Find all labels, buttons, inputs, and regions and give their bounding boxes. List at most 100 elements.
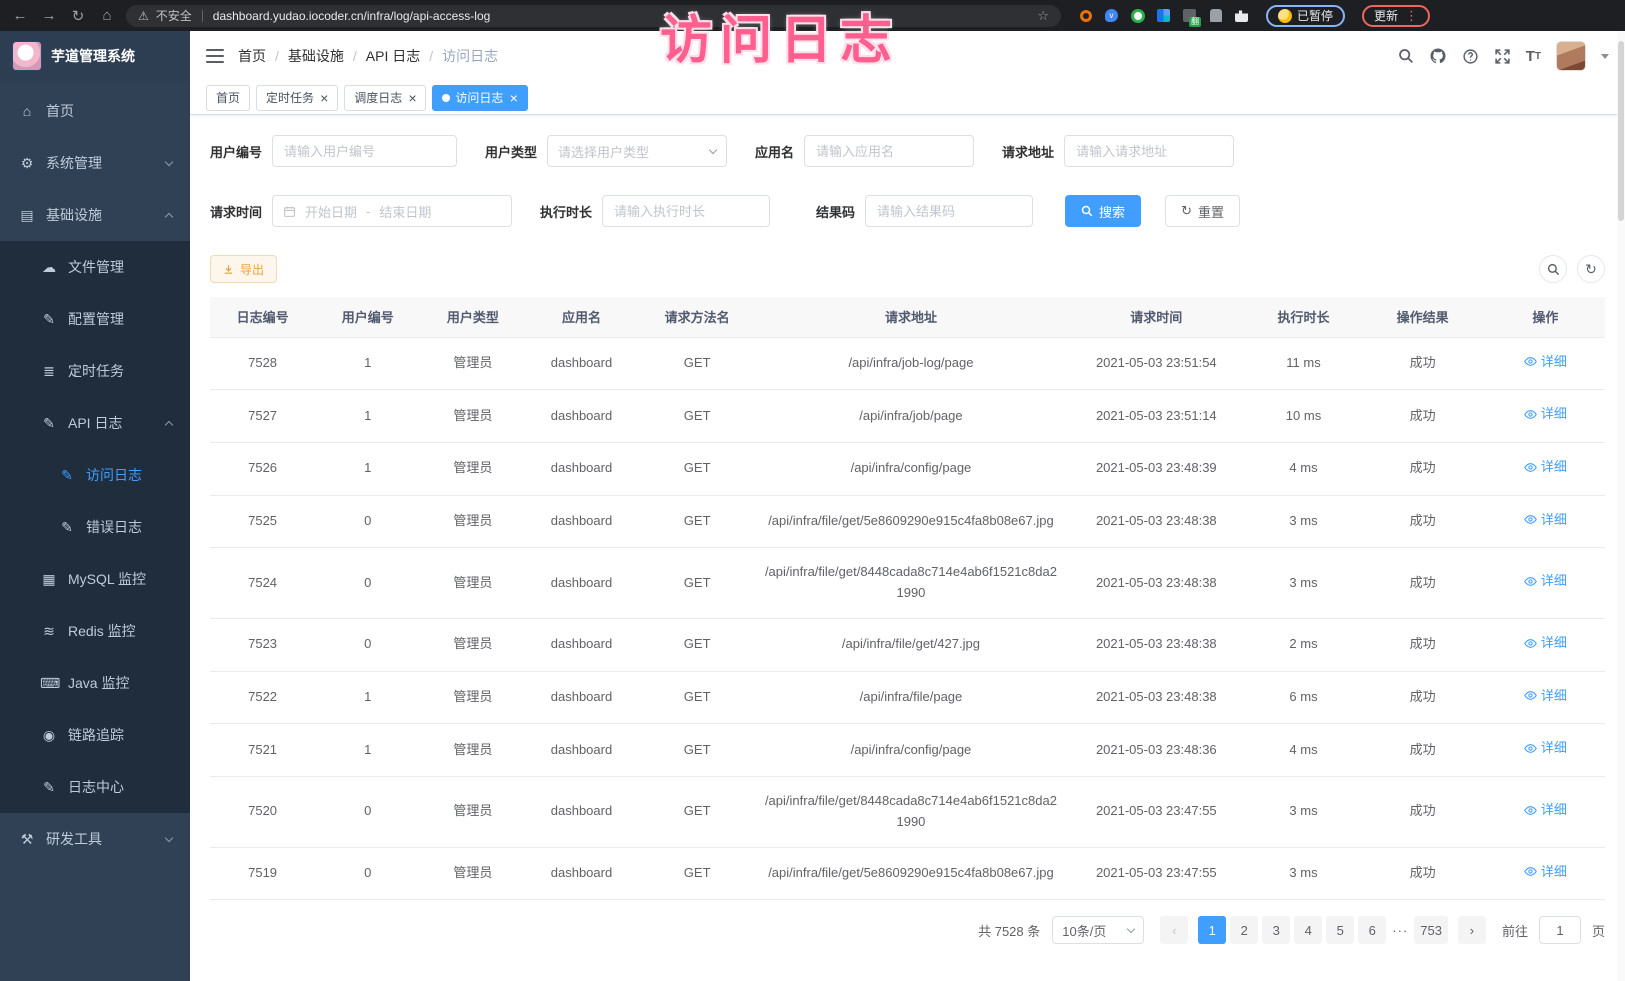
detail-link[interactable]: 详细 bbox=[1524, 352, 1567, 373]
detail-link[interactable]: 详细 bbox=[1524, 633, 1567, 654]
detail-link[interactable]: 详细 bbox=[1524, 457, 1567, 478]
url-text[interactable]: dashboard.yudao.iocoder.cn/infra/log/api… bbox=[213, 9, 1031, 23]
page-number-4[interactable]: 4 bbox=[1294, 916, 1322, 944]
detail-link[interactable]: 详细 bbox=[1524, 686, 1567, 707]
goto-page-input[interactable] bbox=[1539, 916, 1581, 944]
sidebar-item-9[interactable]: ▦MySQL 监控 bbox=[0, 553, 190, 605]
extension-icon-blue[interactable]: v bbox=[1104, 8, 1119, 23]
breadcrumb-item[interactable]: 基础设施 bbox=[288, 46, 344, 66]
page-number-6[interactable]: 6 bbox=[1358, 916, 1386, 944]
request-time-range-picker[interactable]: 开始日期 - 结束日期 bbox=[272, 195, 512, 227]
forward-icon[interactable]: → bbox=[39, 7, 59, 24]
bookmark-star-icon[interactable]: ☆ bbox=[1037, 8, 1049, 24]
sidebar-item-10[interactable]: ≋Redis 监控 bbox=[0, 605, 190, 657]
app-name-input[interactable] bbox=[804, 135, 974, 167]
refresh-table-button[interactable]: ↻ bbox=[1577, 255, 1605, 283]
end-date-placeholder[interactable]: 结束日期 bbox=[379, 202, 431, 221]
browser-menu-icon[interactable]: ⋮ bbox=[1405, 8, 1418, 24]
app-title: 芋道管理系统 bbox=[51, 46, 135, 66]
detail-link[interactable]: 详细 bbox=[1524, 510, 1567, 531]
sidebar-item-7[interactable]: ✎访问日志 bbox=[0, 449, 190, 501]
infra-icon: ▤ bbox=[18, 207, 36, 224]
reset-button[interactable]: ↻ 重置 bbox=[1165, 195, 1240, 227]
more-pages-icon[interactable]: ··· bbox=[1388, 923, 1412, 938]
page-number-1[interactable]: 1 bbox=[1198, 916, 1226, 944]
extension-icon-green[interactable] bbox=[1130, 8, 1145, 23]
font-size-icon[interactable]: TT bbox=[1526, 48, 1541, 65]
page-number-3[interactable]: 3 bbox=[1262, 916, 1290, 944]
profile-paused-badge[interactable]: 已暂停 bbox=[1266, 5, 1345, 27]
tag-tab-1[interactable]: 定时任务× bbox=[256, 85, 338, 111]
page-number-5[interactable]: 5 bbox=[1326, 916, 1354, 944]
range-separator: - bbox=[366, 204, 370, 219]
page-size-select[interactable]: 10条/页 bbox=[1052, 916, 1144, 944]
user-avatar[interactable] bbox=[1556, 41, 1586, 71]
close-icon[interactable]: × bbox=[509, 91, 517, 105]
sidebar-item-8[interactable]: ✎错误日志 bbox=[0, 501, 190, 553]
request-url-input[interactable] bbox=[1064, 135, 1234, 167]
user-type-select[interactable]: 请选择用户类型 bbox=[547, 135, 727, 167]
sidebar-item-label: Java 监控 bbox=[68, 673, 129, 693]
sidebar-item-4[interactable]: ✎配置管理 bbox=[0, 293, 190, 345]
extension-icon-ring[interactable] bbox=[1078, 8, 1093, 23]
result-code-input[interactable] bbox=[865, 195, 1033, 227]
sidebar-item-2[interactable]: ▤基础设施 bbox=[0, 189, 190, 241]
detail-link[interactable]: 详细 bbox=[1524, 404, 1567, 425]
close-icon[interactable]: × bbox=[320, 91, 328, 105]
address-bar[interactable]: ⚠ 不安全 dashboard.yudao.iocoder.cn/infra/l… bbox=[126, 5, 1061, 27]
header-search-icon[interactable] bbox=[1398, 48, 1414, 64]
sidebar-item-5[interactable]: ≣定时任务 bbox=[0, 345, 190, 397]
extensions-puzzle-icon[interactable] bbox=[1234, 8, 1249, 23]
close-icon[interactable]: × bbox=[408, 91, 416, 105]
cell-request-time: 2021-05-03 23:48:38 bbox=[1065, 495, 1247, 548]
github-icon[interactable] bbox=[1429, 47, 1447, 65]
next-page-button[interactable]: › bbox=[1458, 916, 1486, 944]
cell-action: 详细 bbox=[1486, 724, 1605, 777]
page-number-753[interactable]: 753 bbox=[1414, 916, 1448, 944]
translate-extension-icon[interactable]: 翻 bbox=[1182, 8, 1197, 23]
prev-page-button[interactable]: ‹ bbox=[1160, 916, 1188, 944]
sidebar-item-13[interactable]: ✎日志中心 bbox=[0, 761, 190, 813]
detail-link[interactable]: 详细 bbox=[1524, 571, 1567, 592]
sidebar-item-1[interactable]: ⚙系统管理 bbox=[0, 137, 190, 189]
cell-user-id: 0 bbox=[315, 618, 420, 671]
avatar-caret-down-icon[interactable] bbox=[1601, 54, 1609, 59]
sidebar-item-label: 系统管理 bbox=[46, 153, 102, 173]
toggle-search-button[interactable] bbox=[1539, 255, 1567, 283]
cell-duration: 6 ms bbox=[1247, 671, 1359, 724]
detail-link[interactable]: 详细 bbox=[1524, 862, 1567, 883]
sidebar-item-12[interactable]: ◉链路追踪 bbox=[0, 709, 190, 761]
browser-home-icon[interactable]: ⌂ bbox=[97, 7, 117, 24]
scrollbar[interactable] bbox=[1617, 31, 1625, 981]
column-header: 执行时长 bbox=[1247, 297, 1359, 337]
hamburger-icon[interactable] bbox=[206, 49, 224, 63]
back-icon[interactable]: ← bbox=[10, 7, 30, 24]
extension-icon-grey[interactable] bbox=[1208, 8, 1223, 23]
fullscreen-icon[interactable] bbox=[1494, 48, 1511, 65]
config-edit-icon: ✎ bbox=[40, 311, 58, 328]
sidebar-item-14[interactable]: ⚒研发工具 bbox=[0, 813, 190, 865]
page-number-2[interactable]: 2 bbox=[1230, 916, 1258, 944]
sidebar-item-3[interactable]: ☁文件管理 bbox=[0, 241, 190, 293]
detail-link[interactable]: 详细 bbox=[1524, 738, 1567, 759]
breadcrumb-item[interactable]: 首页 bbox=[238, 46, 266, 66]
tag-tab-3[interactable]: 访问日志× bbox=[432, 85, 527, 111]
start-date-placeholder[interactable]: 开始日期 bbox=[305, 202, 357, 221]
update-button[interactable]: 更新 ⋮ bbox=[1362, 5, 1430, 27]
user-id-input[interactable] bbox=[272, 135, 457, 167]
export-button[interactable]: 导出 bbox=[210, 255, 277, 283]
breadcrumb-item[interactable]: API 日志 bbox=[366, 46, 420, 66]
sidebar-item-6[interactable]: ✎API 日志 bbox=[0, 397, 190, 449]
search-button[interactable]: 搜索 bbox=[1065, 195, 1141, 227]
sidebar-item-0[interactable]: ⌂首页 bbox=[0, 85, 190, 137]
extension-icon-cluster[interactable] bbox=[1156, 8, 1171, 23]
detail-link[interactable]: 详细 bbox=[1524, 800, 1567, 821]
tag-tab-2[interactable]: 调度日志× bbox=[344, 85, 426, 111]
reload-icon[interactable]: ↻ bbox=[68, 7, 88, 25]
tag-tab-0[interactable]: 首页 bbox=[206, 85, 250, 111]
help-icon[interactable] bbox=[1462, 48, 1479, 65]
duration-input[interactable] bbox=[602, 195, 770, 227]
sidebar-item-11[interactable]: ⌨Java 监控 bbox=[0, 657, 190, 709]
cell-user-type: 管理员 bbox=[420, 495, 525, 548]
scrollbar-thumb[interactable] bbox=[1618, 41, 1624, 221]
